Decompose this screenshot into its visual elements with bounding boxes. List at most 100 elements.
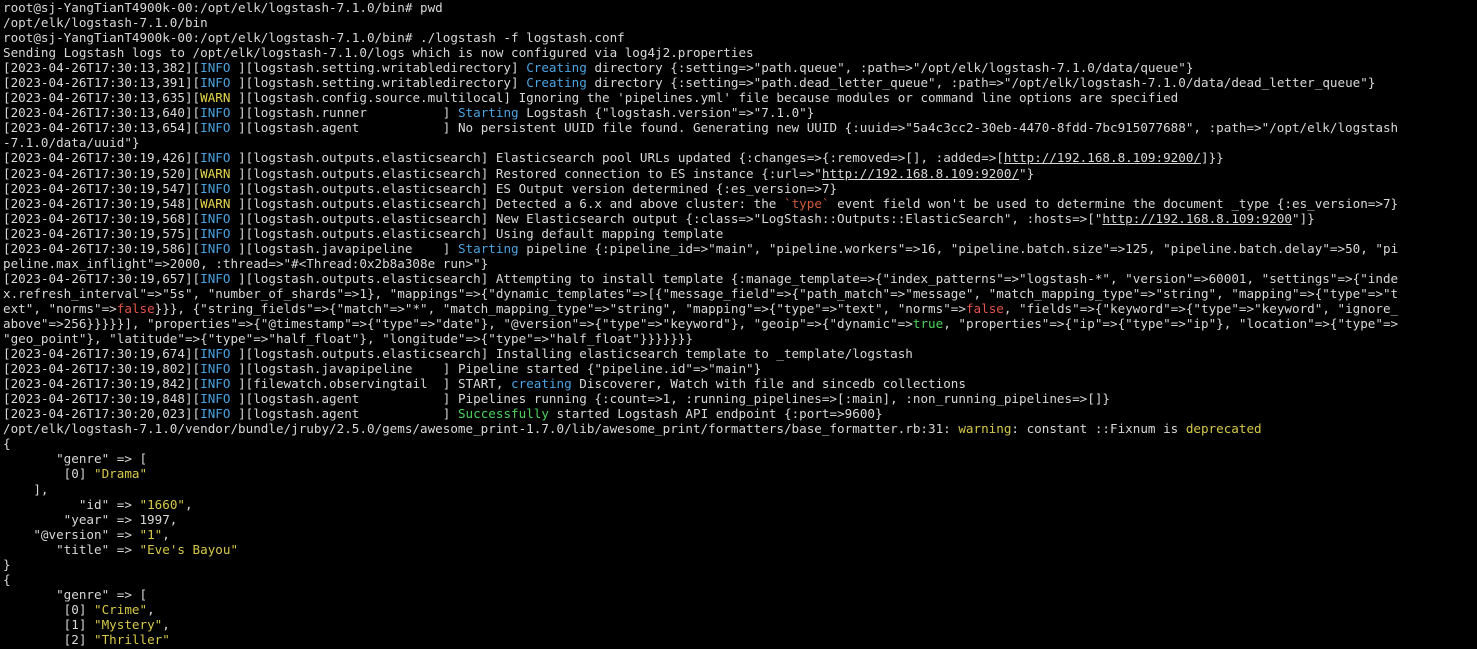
terminal-text: [0]	[3, 601, 94, 617]
terminal-text: ][logstash.outputs.elasticsearch] Detect…	[238, 195, 784, 211]
terminal-line: -7.1.0/data/uuid"}	[3, 135, 1475, 150]
terminal-output[interactable]: root@sj-YangTianT4900k-00:/opt/elk/logst…	[3, 0, 1475, 649]
terminal-text: x.refresh_interval"=>"5s", "number_of_sh…	[3, 285, 1399, 301]
url-link[interactable]: http://192.168.8.109:9200/	[822, 166, 1019, 181]
terminal-line: [2023-04-26T17:30:20,023][INFO ][logstas…	[3, 406, 1475, 421]
terminal-text: [2023-04-26T17:30:19,657][	[3, 270, 201, 286]
terminal-line: "genre" => [	[3, 451, 1475, 466]
terminal-text: ]}}	[1201, 150, 1224, 166]
terminal-text: creating	[511, 376, 572, 392]
terminal-text: [2023-04-26T17:30:19,426][	[3, 150, 201, 166]
terminal-text: WARN	[200, 195, 239, 211]
terminal-text: ][logstash.setting.writabledirectory]	[238, 60, 527, 76]
terminal-text: ][logstash.outputs.elasticsearch] ES Out…	[238, 180, 838, 196]
terminal-text: pipeline {:pipeline_id=>"main", "pipelin…	[518, 240, 1399, 256]
terminal-text: "genre" => [	[3, 451, 148, 467]
terminal-text: ],	[3, 481, 49, 497]
terminal-line: [2023-04-26T17:30:19,568][INFO ][logstas…	[3, 211, 1475, 226]
terminal-text: ][logstash.agent ] Pipelines running {:c…	[238, 391, 1111, 407]
terminal-text: INFO	[200, 376, 239, 392]
terminal-text: }}}, {"string_fields"=>{"match"=>"*", "m…	[154, 300, 966, 316]
url-link[interactable]: http://192.168.8.109:9200	[1102, 211, 1292, 226]
terminal-line: [2023-04-26T17:30:19,802][INFO ][logstas…	[3, 361, 1475, 376]
terminal-text: Creating	[526, 60, 587, 76]
terminal-line: [0] "Crime",	[3, 602, 1475, 617]
terminal-line: {	[3, 436, 1475, 451]
terminal-text: ,	[162, 616, 170, 632]
terminal-text: [1]	[3, 616, 94, 632]
terminal-line: x.refresh_interval"=>"5s", "number_of_sh…	[3, 286, 1475, 301]
terminal-line: [1] "Mystery",	[3, 617, 1475, 632]
terminal-text: ][filewatch.observingtail ] START,	[238, 376, 512, 392]
terminal-text: ][logstash.outputs.elasticsearch] New El…	[238, 210, 1103, 226]
terminal-text: warning	[958, 421, 1012, 437]
terminal-text: ][logstash.outputs.elasticsearch] Attemp…	[238, 270, 1399, 286]
terminal-text: ][logstash.outputs.elasticsearch] Elasti…	[238, 150, 1004, 166]
terminal-line: [2023-04-26T17:30:19,674][INFO ][logstas…	[3, 346, 1475, 361]
terminal-text: "Thriller"	[94, 631, 170, 647]
terminal-line: [2023-04-26T17:30:13,382][INFO ][logstas…	[3, 60, 1475, 75]
terminal-text: INFO	[200, 240, 239, 256]
terminal-text: "Crime"	[94, 601, 148, 617]
terminal-line: ext", "norms"=>false}}}, {"string_fields…	[3, 301, 1475, 316]
terminal-text: [2023-04-26T17:30:19,547][	[3, 180, 201, 196]
terminal-text: "@version" =>	[3, 526, 140, 542]
terminal-text: [2023-04-26T17:30:19,802][	[3, 361, 201, 377]
terminal-line: [2023-04-26T17:30:13,654][INFO ][logstas…	[3, 120, 1475, 135]
terminal-text: [2023-04-26T17:30:19,674][	[3, 346, 201, 362]
terminal-text: ][logstash.outputs.elasticsearch] Restor…	[238, 165, 822, 181]
terminal-text: directory {:setting=>"path.dead_letter_q…	[586, 75, 1376, 91]
terminal-text: Creating	[526, 75, 587, 91]
terminal-line: "title" => "Eve's Bayou"	[3, 542, 1475, 557]
terminal-text: "]}	[1291, 210, 1315, 226]
terminal-text: "Eve's Bayou"	[139, 541, 239, 557]
terminal-text: , "fields"=>{"keyword"=>{"type"=>"keywor…	[1003, 300, 1399, 316]
terminal-text: "1660"	[139, 496, 185, 512]
terminal-line: [0] "Drama"	[3, 466, 1475, 481]
terminal-text: INFO	[200, 60, 239, 76]
terminal-line: [2023-04-26T17:30:13,635][WARN ][logstas…	[3, 90, 1475, 105]
terminal-line: [2023-04-26T17:30:19,547][INFO ][logstas…	[3, 181, 1475, 196]
terminal-text: [2023-04-26T17:30:13,382][	[3, 60, 201, 76]
terminal-line: above"=>256}}}}}], "properties"=>{"@time…	[3, 316, 1475, 331]
terminal-line: [2023-04-26T17:30:19,520][WARN ][logstas…	[3, 166, 1475, 181]
terminal-line: [2023-04-26T17:30:19,575][INFO ][logstas…	[3, 226, 1475, 241]
terminal-text: ,	[184, 496, 193, 512]
terminal-line: [2023-04-26T17:30:19,848][INFO ][logstas…	[3, 391, 1475, 406]
terminal-text: : constant ::Fixnum is	[1011, 421, 1186, 437]
terminal-text: , "properties"=>{"ip"=>{"type"=>"ip"}, "…	[943, 315, 1399, 331]
terminal-text: INFO	[200, 180, 239, 196]
terminal-text: directory {:setting=>"path.queue", :path…	[586, 60, 1194, 76]
url-link[interactable]: http://192.168.8.109:9200/	[1004, 150, 1201, 165]
terminal-text: ][logstash.javapipeline ]	[238, 240, 458, 256]
terminal-text: [2023-04-26T17:30:13,654][	[3, 120, 201, 136]
terminal-text: "id" =>	[3, 496, 140, 512]
terminal-line: /opt/elk/logstash-7.1.0/vendor/bundle/jr…	[3, 421, 1475, 436]
terminal-text: "1"	[139, 526, 163, 542]
terminal-text: INFO	[200, 406, 239, 422]
terminal-text: [2023-04-26T17:30:13,640][	[3, 105, 201, 121]
terminal-text: INFO	[200, 210, 239, 226]
terminal-line: [2023-04-26T17:30:19,426][INFO ][logstas…	[3, 150, 1475, 165]
terminal-line: [2023-04-26T17:30:19,657][INFO ][logstas…	[3, 271, 1475, 286]
terminal-line: "genre" => [	[3, 587, 1475, 602]
terminal-line: [2023-04-26T17:30:19,548][WARN ][logstas…	[3, 196, 1475, 211]
terminal-line: [2023-04-26T17:30:13,391][INFO ][logstas…	[3, 75, 1475, 90]
terminal-text: -7.1.0/data/uuid"}	[3, 135, 140, 151]
terminal-line: "id" => "1660",	[3, 497, 1475, 512]
terminal-text: INFO	[200, 105, 239, 121]
terminal-text: INFO	[200, 361, 239, 377]
terminal-text: false	[965, 300, 1004, 316]
terminal-text: ,	[162, 526, 170, 542]
terminal-text: [2023-04-26T17:30:13,391][	[3, 75, 201, 91]
terminal-text: "Mystery"	[94, 616, 163, 632]
terminal-text: above"=>256}}}}}], "properties"=>{"@time…	[3, 315, 913, 331]
terminal-line: Sending Logstash logs to /opt/elk/logsta…	[3, 45, 1475, 60]
terminal-text: ,	[147, 601, 155, 617]
terminal-line: [2023-04-26T17:30:19,586][INFO ][logstas…	[3, 241, 1475, 256]
terminal-text: "geo_point"}, "latitude"=>{"type"=>"half…	[3, 331, 693, 347]
terminal-text: `type`	[783, 195, 830, 211]
terminal-line: {	[3, 572, 1475, 587]
terminal-text: INFO	[200, 270, 239, 286]
terminal-text: Successfully	[457, 406, 549, 422]
